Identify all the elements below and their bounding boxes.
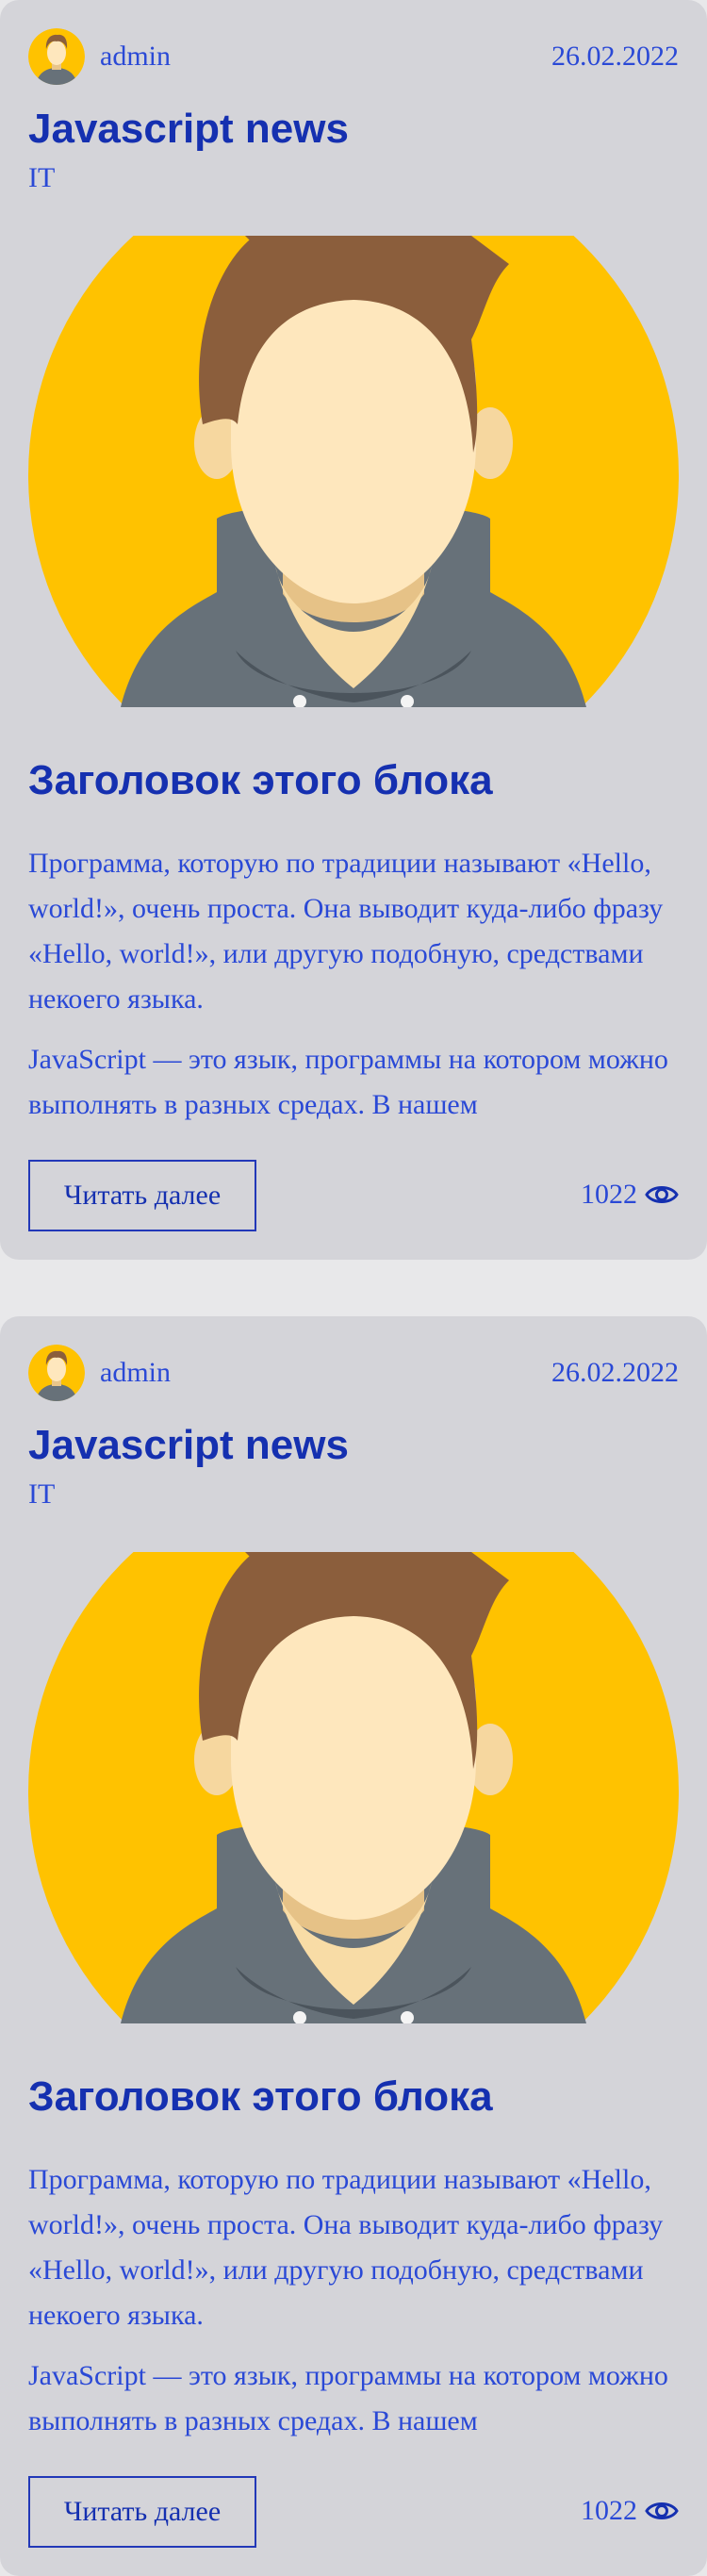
person-illustration — [28, 1552, 679, 2023]
eye-icon — [645, 1186, 679, 1203]
person-avatar-icon — [28, 1345, 85, 1401]
author-name[interactable]: admin — [100, 41, 551, 73]
views-count: 1022 — [581, 1179, 637, 1210]
views-counter: 1022 — [581, 2490, 679, 2532]
post-date: 26.02.2022 — [551, 41, 679, 72]
post-title[interactable]: Javascript news — [28, 104, 349, 155]
post-category[interactable]: IT — [28, 162, 55, 194]
person-illustration — [28, 236, 679, 707]
author-name[interactable]: admin — [100, 1357, 551, 1389]
post-excerpt-paragraph: JavaScript — это язык, программы на кото… — [28, 1044, 668, 1120]
views-count: 1022 — [581, 2495, 637, 2526]
block-heading[interactable]: Заголовок этого блока — [28, 2071, 493, 2123]
news-card: admin 26.02.2022 Javascript news IT Заго… — [0, 1316, 707, 2576]
card-header: admin 26.02.2022 — [28, 28, 679, 85]
post-date: 26.02.2022 — [551, 1357, 679, 1388]
post-category[interactable]: IT — [28, 1478, 55, 1511]
person-avatar-icon — [28, 28, 85, 85]
news-card: admin 26.02.2022 Javascript news IT Заго… — [0, 0, 707, 1260]
read-more-button[interactable]: Читать далее — [28, 1160, 256, 1231]
eye-icon — [645, 2502, 679, 2519]
post-title[interactable]: Javascript news — [28, 1420, 349, 1471]
post-excerpt-paragraph: Программа, которую по традиции называют … — [28, 848, 664, 1015]
card-header: admin 26.02.2022 — [28, 1345, 679, 1401]
news-feed: admin 26.02.2022 Javascript news IT Заго… — [0, 0, 707, 2576]
post-excerpt-paragraph: Программа, которую по традиции называют … — [28, 2164, 664, 2331]
block-heading[interactable]: Заголовок этого блока — [28, 754, 493, 807]
read-more-button[interactable]: Читать далее — [28, 2476, 256, 2548]
post-excerpt-paragraph: JavaScript — это язык, программы на кото… — [28, 2360, 668, 2436]
views-counter: 1022 — [581, 1174, 679, 1215]
